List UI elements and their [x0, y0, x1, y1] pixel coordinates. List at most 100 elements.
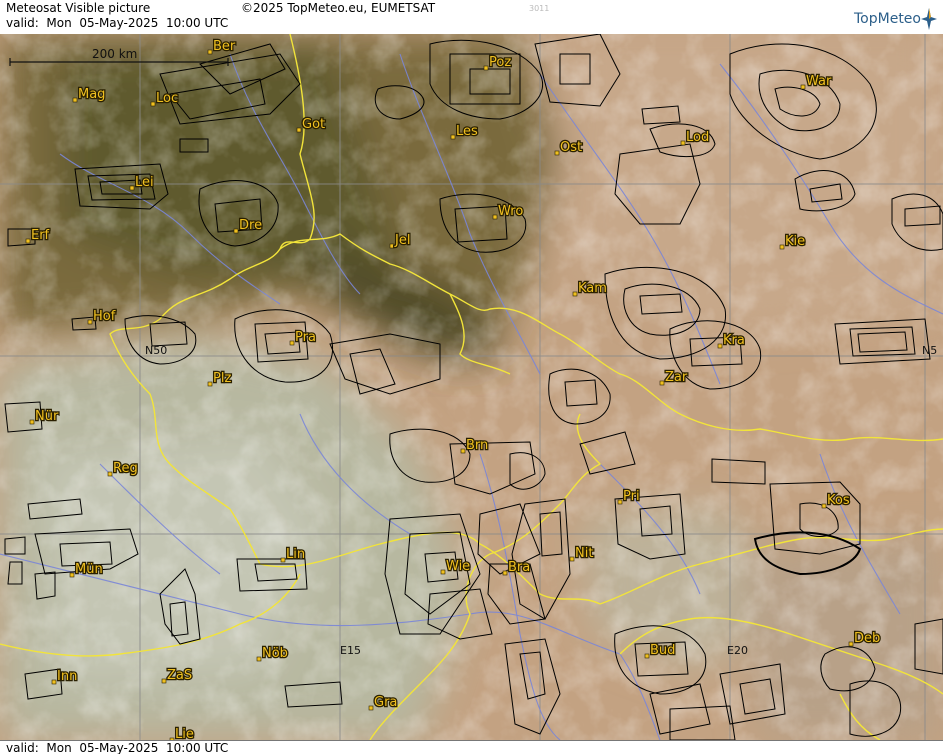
- city-label: Kie: [785, 234, 805, 249]
- city-label: Brn: [466, 438, 488, 453]
- image-title: Meteosat Visible picture: [6, 1, 151, 15]
- city-dot: [25, 238, 31, 244]
- city-dot: [280, 557, 286, 563]
- grid-label: N50: [145, 344, 167, 357]
- city-label: Mag: [78, 87, 105, 102]
- city-dot: [51, 679, 57, 685]
- city-label: Lie: [175, 727, 194, 740]
- city-marker: Ber: [207, 38, 237, 55]
- logo-text: TopMeteo: [854, 11, 921, 27]
- city-marker: Zar: [659, 369, 689, 386]
- city-marker: Dre: [233, 217, 263, 234]
- city-dot: [848, 641, 854, 647]
- city-marker: Bra: [502, 559, 532, 576]
- city-marker: Kam: [572, 280, 608, 297]
- city-marker: Bud: [644, 642, 677, 659]
- city-dot: [502, 570, 508, 576]
- map-canvas[interactable]: 200 km N50 N5 E15 E20 Ber Poz War Mag Loc Got…: [0, 34, 943, 740]
- city-label: Got: [302, 117, 325, 132]
- city-dot: [492, 214, 498, 220]
- grid-label: N5: [922, 344, 937, 357]
- city-label: Jel: [394, 233, 410, 248]
- city-label: Bud: [650, 643, 675, 658]
- city-label: Deb: [854, 631, 880, 646]
- city-marker: Les: [450, 123, 479, 140]
- city-dot: [554, 150, 560, 156]
- city-marker: Mag: [72, 86, 107, 103]
- city-dot: [644, 653, 650, 659]
- city-label: Inn: [57, 669, 77, 684]
- copyright-notice: ©2025 TopMeteo.eu, EUMETSAT: [241, 1, 436, 15]
- city-label: Pra: [295, 330, 316, 345]
- city-label: Lei: [135, 175, 154, 190]
- city-dot: [256, 656, 262, 662]
- city-marker: Wie: [440, 558, 471, 575]
- city-dot: [150, 101, 156, 107]
- city-label: Kra: [723, 333, 745, 348]
- grid-label: E20: [727, 644, 748, 657]
- city-marker: Wro: [492, 203, 525, 220]
- city-dot: [821, 503, 827, 509]
- city-dot: [368, 705, 374, 711]
- satellite-map[interactable]: 200 km N50 N5 E15 E20 Ber Poz War Mag Loc Got…: [0, 34, 943, 740]
- city-label: Plz: [213, 371, 231, 386]
- city-label: Nit: [575, 546, 593, 561]
- scale-bar-label: 200 km: [92, 47, 137, 61]
- image-code: 3011: [529, 4, 550, 13]
- city-label: Hof: [93, 309, 116, 324]
- city-label: Ber: [213, 39, 236, 54]
- city-dot: [233, 228, 239, 234]
- city-label: Pri: [623, 489, 640, 504]
- city-marker: Ost: [554, 139, 583, 156]
- city-label: Gra: [374, 695, 397, 710]
- city-marker: Nür: [29, 408, 60, 425]
- city-label: Reg: [113, 461, 138, 476]
- city-label: Lod: [686, 130, 709, 145]
- city-label: Mün: [75, 562, 103, 577]
- footer-bar: valid: Mon 05-May-2025 10:00 UTC: [0, 740, 943, 754]
- city-label: Dre: [239, 218, 262, 233]
- city-dot: [107, 471, 113, 477]
- city-dot: [680, 140, 686, 146]
- meteosat-viewer: Meteosat Visible picture valid: Mon 05-M…: [0, 0, 943, 754]
- city-dot: [440, 569, 446, 575]
- city-label: Wro: [498, 204, 523, 219]
- city-dot: [617, 499, 623, 505]
- city-label: Kos: [827, 493, 850, 508]
- city-label: Nöb: [262, 646, 288, 661]
- header-bar: Meteosat Visible picture valid: Mon 05-M…: [0, 0, 943, 35]
- city-dot: [72, 97, 78, 103]
- city-label: Zar: [665, 370, 688, 385]
- city-dot: [779, 244, 785, 250]
- city-marker: Loc: [150, 90, 179, 107]
- city-label: Kam: [578, 281, 607, 296]
- city-dot: [460, 448, 466, 454]
- city-marker: Nöb: [256, 645, 289, 662]
- city-dot: [289, 340, 295, 346]
- city-dot: [569, 556, 575, 562]
- city-marker: War: [800, 73, 833, 90]
- city-dot: [572, 291, 578, 297]
- city-marker: Kos: [821, 492, 851, 509]
- valid-time-bottom: valid: Mon 05-May-2025 10:00 UTC: [6, 741, 229, 754]
- valid-time-top: valid: Mon 05-May-2025 10:00 UTC: [6, 16, 229, 30]
- city-dot: [450, 134, 456, 140]
- city-dot: [717, 343, 723, 349]
- city-marker: Lod: [680, 129, 711, 146]
- city-label: Loc: [156, 91, 178, 106]
- city-dot: [87, 319, 93, 325]
- city-dot: [207, 381, 213, 387]
- city-dot: [69, 572, 75, 578]
- city-label: War: [806, 74, 832, 89]
- city-label: Les: [456, 124, 478, 139]
- city-marker: Kra: [717, 332, 746, 349]
- city-marker: ZaS: [161, 667, 193, 684]
- city-marker: Brn: [460, 437, 490, 454]
- city-marker: Reg: [107, 460, 139, 477]
- city-label: Poz: [489, 55, 511, 70]
- city-marker: Poz: [483, 54, 513, 71]
- city-dot: [161, 678, 167, 684]
- topmeteo-logo[interactable]: TopMeteo: [854, 6, 937, 32]
- city-label: Wie: [446, 559, 470, 574]
- city-dot: [483, 65, 489, 71]
